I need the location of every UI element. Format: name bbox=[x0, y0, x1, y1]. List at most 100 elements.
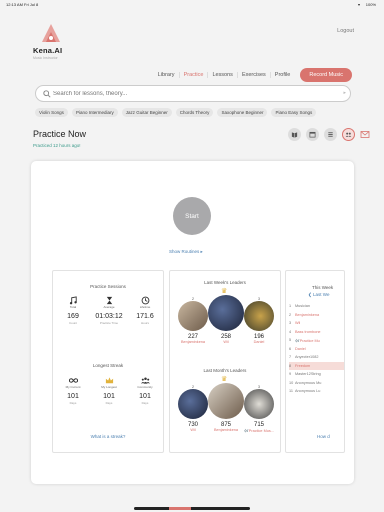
show-routines-link[interactable]: Show Routines ▸ bbox=[169, 249, 203, 255]
avatar bbox=[208, 383, 244, 419]
leader-rank: 3 bbox=[258, 297, 260, 301]
streak-value: 101 bbox=[139, 393, 151, 400]
record-music-button[interactable]: Record Music bbox=[300, 68, 352, 82]
leader-name: 🎶Practice Mus... bbox=[244, 429, 274, 433]
list-item[interactable]: 6 Daniel bbox=[289, 345, 344, 354]
ranking-help-link[interactable]: How d bbox=[317, 434, 330, 439]
community-icon bbox=[140, 376, 150, 384]
suggestion-chips: Violin Songs Piano Intermediary Jazz Gui… bbox=[35, 108, 317, 117]
stat-label: Lifetime bbox=[139, 305, 151, 309]
logout-button[interactable]: Logout bbox=[337, 28, 354, 34]
start-button[interactable]: Start bbox=[173, 197, 211, 235]
search-input[interactable] bbox=[53, 88, 333, 100]
last-practiced: Practiced 12 hours ago! bbox=[33, 143, 81, 148]
nav-practice[interactable]: Practice bbox=[180, 72, 209, 78]
brand-tagline: Music Instructor bbox=[33, 56, 58, 60]
main-nav: Library Practice Lessons Exercises Profi… bbox=[154, 68, 352, 82]
week-leader-3[interactable]: 3 196 Daniel bbox=[242, 297, 276, 344]
streak-community: Community 101 Days bbox=[128, 375, 162, 405]
avatar bbox=[208, 295, 244, 331]
stat-unit: Count bbox=[68, 321, 77, 325]
infinity-icon bbox=[68, 377, 78, 383]
stat-value: 01:03:12 bbox=[95, 313, 123, 320]
leader-rank: 3 bbox=[258, 385, 260, 389]
streak-unit: Days bbox=[141, 401, 149, 405]
ranking-prev-link[interactable]: ❮ Last We bbox=[308, 292, 329, 298]
leader-rank: 2 bbox=[192, 297, 194, 301]
chip-violin-songs[interactable]: Violin Songs bbox=[35, 108, 68, 117]
group-icon[interactable] bbox=[342, 128, 355, 141]
stat-value: 169 bbox=[67, 313, 79, 320]
stat-total: Total 169 Count bbox=[56, 295, 90, 325]
stat-value: 171.6 bbox=[136, 313, 154, 320]
list-item-current-user[interactable]: 8 Freedom bbox=[289, 361, 344, 370]
leader-rank: 2 bbox=[192, 385, 194, 389]
view-toolbar bbox=[288, 128, 370, 141]
list-item[interactable]: 7 Anyecter1082 bbox=[289, 353, 344, 362]
list-item[interactable]: 2 Benjaminkena bbox=[289, 311, 344, 320]
search-go-icon[interactable]: ▸ bbox=[343, 90, 346, 96]
stat-unit: Hours bbox=[140, 321, 149, 325]
list-item[interactable]: 3 Wil bbox=[289, 319, 344, 328]
leader-name: Benjaminkena bbox=[180, 340, 206, 344]
chip-chords-theory[interactable]: Chords Theory bbox=[175, 108, 214, 117]
streak-label: My Current bbox=[65, 385, 81, 389]
practice-panel: Start Show Routines ▸ Practice Sessions … bbox=[31, 161, 354, 484]
streak-label: My Longest bbox=[101, 385, 117, 389]
crown-icon bbox=[105, 376, 113, 383]
list-item[interactable]: 4 Bass trombone bbox=[289, 328, 344, 337]
hourglass-icon bbox=[106, 296, 112, 304]
list-item[interactable]: 5 🎶Practice Mu bbox=[289, 336, 344, 345]
mail-icon[interactable] bbox=[360, 130, 370, 139]
brand-logo[interactable]: Kena.AI Music Instructor bbox=[33, 22, 73, 66]
leader-name: Daniel bbox=[253, 340, 265, 344]
list-item[interactable]: 1 Musician bbox=[289, 302, 344, 311]
search-bar[interactable]: ▸ bbox=[35, 85, 351, 102]
book-icon[interactable] bbox=[288, 128, 301, 141]
practice-sessions-card: Practice Sessions Total 169 Count Averag… bbox=[52, 270, 164, 453]
nav-library[interactable]: Library bbox=[154, 72, 180, 78]
week-leaders-title: Last Week's Leaders bbox=[204, 280, 246, 285]
streak-unit: Days bbox=[105, 401, 113, 405]
avatar bbox=[244, 389, 274, 419]
list-item[interactable]: 10 Anonymous Mu bbox=[289, 379, 344, 388]
list-item[interactable]: 11 Anonymous Lu bbox=[289, 387, 344, 396]
chip-jazz-guitar-beginner[interactable]: Jazz Guitar Beginner bbox=[121, 108, 172, 117]
clock-icon bbox=[141, 296, 149, 304]
week-leader-1[interactable]: 258 Wil bbox=[206, 295, 246, 344]
month-leader-1[interactable]: 875 Benjaminkena bbox=[206, 383, 246, 432]
calendar-icon[interactable] bbox=[306, 128, 319, 141]
month-leader-2[interactable]: 2 730 Wil bbox=[176, 385, 210, 432]
leader-name: Benjaminkena bbox=[213, 428, 239, 432]
home-indicator-accent bbox=[169, 507, 191, 510]
streak-current: My Current 101 Days bbox=[56, 375, 90, 405]
ranking-list: 1 Musician 2 Benjaminkena 3 Wil 4 Bass tromb… bbox=[289, 302, 344, 396]
week-leader-2[interactable]: 2 227 Benjaminkena bbox=[176, 297, 210, 344]
leader-name: Wil bbox=[190, 428, 196, 432]
stat-label: Average bbox=[103, 305, 115, 309]
status-bar: 12:13 AM Fri Jul 8 ▾ 100% bbox=[0, 0, 384, 9]
month-leader-3[interactable]: 3 715 🎶Practice Mus... bbox=[242, 385, 276, 433]
stat-label: Total bbox=[69, 305, 77, 309]
stat-average: Average 01:03:12 Practice Time bbox=[92, 295, 126, 325]
streak-unit: Days bbox=[69, 401, 77, 405]
streak-longest: My Longest 101 Days bbox=[92, 375, 126, 405]
status-time: 12:13 AM Fri Jul 8 bbox=[6, 2, 39, 7]
music-note-icon bbox=[69, 295, 77, 304]
streak-title: Longest Streak bbox=[92, 363, 124, 368]
nav-profile[interactable]: Profile bbox=[271, 72, 295, 78]
chip-saxophone-beginner[interactable]: Saxophone Beginner bbox=[217, 108, 268, 117]
wifi-icon: ▾ bbox=[357, 2, 360, 7]
ranking-title: This Week bbox=[312, 285, 334, 290]
home-indicator bbox=[134, 507, 250, 510]
nav-lessons[interactable]: Lessons bbox=[208, 72, 238, 78]
page-title: Practice Now bbox=[33, 129, 87, 139]
stat-unit: Practice Time bbox=[99, 321, 119, 325]
nav-exercises[interactable]: Exercises bbox=[238, 72, 271, 78]
what-is-streak-link[interactable]: What is a streak? bbox=[53, 434, 163, 439]
list-item[interactable]: 9 Master12String bbox=[289, 370, 344, 379]
list-icon[interactable] bbox=[324, 128, 337, 141]
avatar bbox=[178, 389, 208, 419]
chip-piano-easy-songs[interactable]: Piano Easy Songs bbox=[271, 108, 317, 117]
chip-piano-intermediary[interactable]: Piano Intermediary bbox=[71, 108, 118, 117]
